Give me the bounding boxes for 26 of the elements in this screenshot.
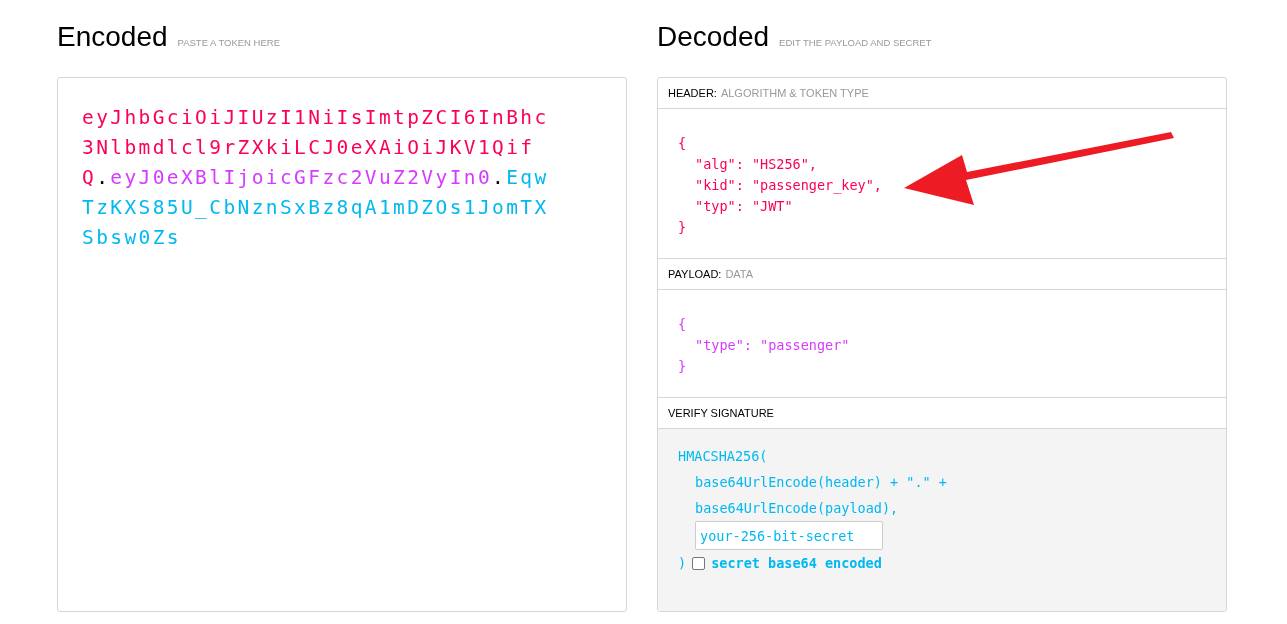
code-line: base64UrlEncode(header) + "." + bbox=[694, 473, 947, 492]
code-line: HMACSHA256( bbox=[678, 447, 768, 466]
section-title: VERIFY SIGNATURE bbox=[668, 407, 774, 419]
token-editor[interactable]: eyJhbGciOiJIUzI1NiIsImtpZCI6InBhc3Nlbmdlcl9rZXkiLCJ0eXAiOiJKV1QifQ.eyJ0eXBlIjoicGFzc2VuZ2VyIn0.EqwTzKXS85U_CbNznSxBz8qA1mDZOs1JomTXSbsw0Zs bbox=[57, 77, 627, 612]
section-title: HEADER: bbox=[668, 87, 717, 99]
code-line: base64UrlEncode(payload), bbox=[694, 499, 899, 518]
heading-hint: PASTE A TOKEN HERE bbox=[177, 37, 280, 48]
section-subtitle: DATA bbox=[725, 268, 754, 280]
code-line[interactable]: { bbox=[678, 133, 687, 154]
code-line: ) bbox=[678, 554, 687, 573]
section-title: PAYLOAD: bbox=[668, 268, 722, 280]
heading-hint: EDIT THE PAYLOAD AND SECRET bbox=[779, 37, 932, 48]
section-heading: Encoded bbox=[57, 20, 168, 54]
checkbox-label[interactable]: secret base64 encoded bbox=[711, 550, 882, 576]
checkbox[interactable] bbox=[692, 556, 706, 570]
section-heading: Decoded bbox=[657, 20, 770, 54]
code-line[interactable]: { bbox=[678, 314, 687, 335]
code-line[interactable]: "alg": "HS256", bbox=[678, 154, 817, 175]
code-line[interactable]: "kid": "passenger_key", bbox=[678, 175, 882, 196]
code-line[interactable]: } bbox=[678, 356, 687, 377]
code-line[interactable]: } bbox=[678, 217, 687, 238]
code-line[interactable]: "type": "passenger" bbox=[678, 335, 850, 356]
code-line[interactable]: "typ": "JWT" bbox=[678, 196, 793, 217]
section-subtitle: ALGORITHM & TOKEN TYPE bbox=[720, 87, 869, 99]
encoded-token: eyJhbGciOiJIUzI1NiIsImtpZCI6InBhc3Nlbmdlcl9rZXkiLCJ0eXAiOiJKV1QifQ.eyJ0eXBlIjoicGFzc2VuZ2VyIn0.EqwTzKXS85U_CbNznSxBz8qA1mDZOs1JomTXSbsw0Zs bbox=[82, 105, 550, 251]
secret-field[interactable]: your-256-bit-secret bbox=[695, 521, 883, 550]
